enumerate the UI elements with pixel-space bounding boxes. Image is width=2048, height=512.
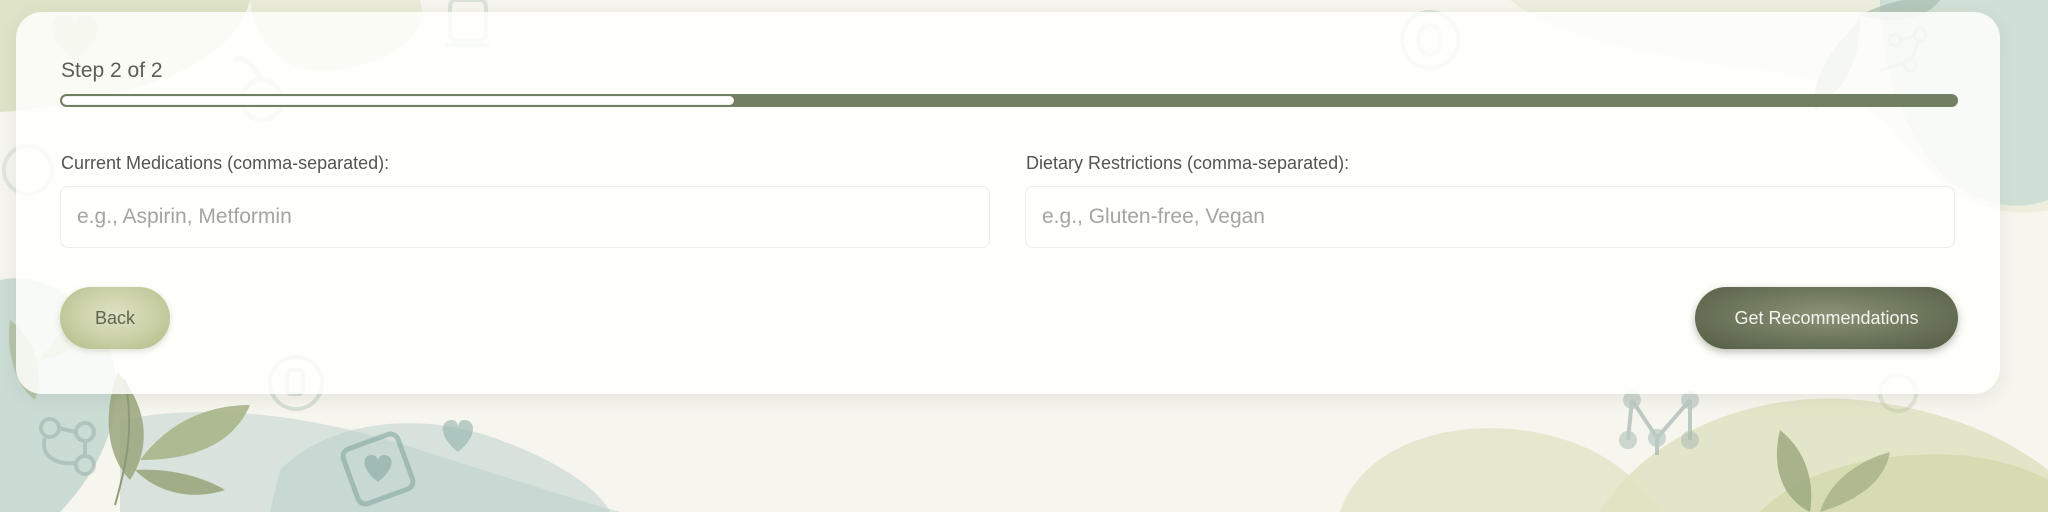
medications-label: Current Medications (comma-separated): — [61, 153, 390, 173]
progress-bar — [60, 94, 1958, 107]
molecule-icon — [1619, 391, 1699, 455]
get-recommendations-button[interactable]: Get Recommendations — [1695, 287, 1958, 349]
step-indicator: Step 2 of 2 — [61, 59, 163, 82]
medications-input[interactable] — [60, 186, 990, 248]
dietary-restrictions-input[interactable] — [1025, 186, 1955, 248]
back-button[interactable]: Back — [60, 287, 170, 349]
progress-bar-fill — [62, 96, 734, 105]
dietary-restrictions-label: Dietary Restrictions (comma-separated): — [1026, 153, 1350, 173]
